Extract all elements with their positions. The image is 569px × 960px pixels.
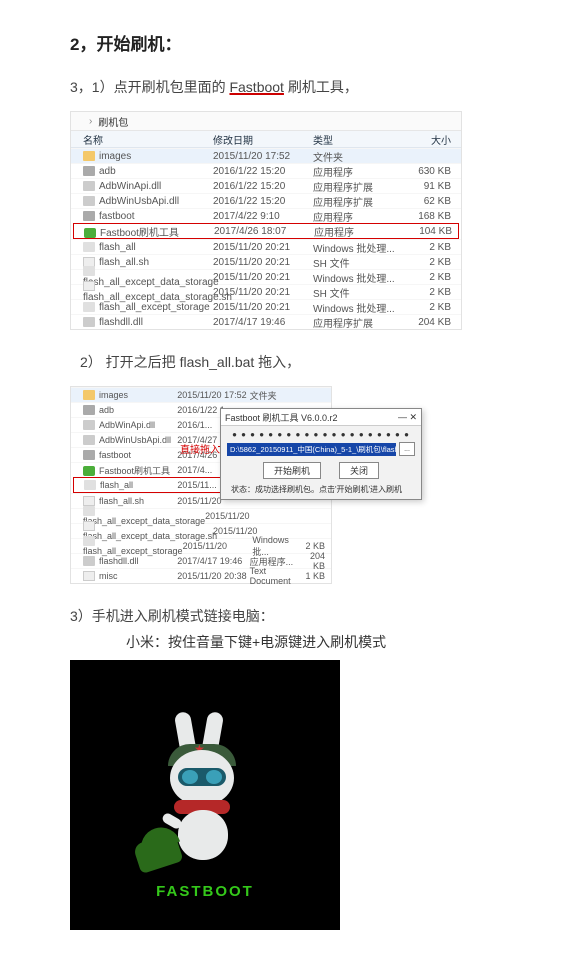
column-headers: 名称 修改日期 类型 大小 [71, 131, 461, 148]
step-1-text: 3，1）点开刷机包里面的 Fastboot 刷机工具， [70, 77, 545, 97]
breadcrumb[interactable]: › 刷机包 [71, 112, 461, 131]
folder-icon [83, 390, 95, 400]
bat-icon [83, 242, 95, 252]
exe-icon [83, 166, 95, 176]
folder-icon [83, 151, 95, 161]
file-row[interactable]: Fastboot刷机工具2017/4/26 18:07应用程序104 KB [73, 223, 459, 239]
file-row[interactable]: images2015/11/20 17:52文件夹 [71, 387, 331, 402]
xiaomi-instruction: 小米：按住音量下键+电源键进入刷机模式 [126, 632, 545, 652]
file-row[interactable]: AdbWinApi.dll2016/1/22 15:20应用程序扩展91 KB [71, 178, 461, 193]
progress-dots: ● ● ● ● ● ● ● ● ● ● ● ● ● ● ● ● ● ● ● ● [227, 430, 415, 439]
file-row[interactable]: flash_all_except_storage2015/11/20 20:21… [71, 299, 461, 314]
file-row[interactable]: flashdll.dll2017/4/17 19:46应用程序扩展204 KB [71, 314, 461, 329]
sh-icon [83, 521, 95, 531]
minimize-button[interactable]: — [398, 412, 407, 422]
file-row[interactable]: flash_all_except_data_storage.sh2015/11/… [71, 284, 461, 299]
fastboot-photo: ★ FASTBOOT [70, 660, 340, 930]
file-row[interactable]: adb2016/1/22 15:20应用程序630 KB [71, 163, 461, 178]
breadcrumb-folder[interactable]: 刷机包 [98, 114, 128, 129]
bat-icon [84, 480, 96, 490]
bat-icon [83, 302, 95, 312]
file-row[interactable]: AdbWinUsbApi.dll2016/1/22 15:20应用程序扩展62 … [71, 193, 461, 208]
exe-icon [83, 211, 95, 221]
exe-icon [83, 405, 95, 415]
bat-icon [83, 266, 95, 276]
file-row[interactable]: flash_all2015/11/20 20:21Windows 批处理...2… [71, 239, 461, 254]
fastboot-label: FASTBOOT [70, 883, 340, 900]
dialog-close-button[interactable]: 关闭 [339, 462, 379, 479]
fastboot-link: Fastboot [229, 79, 283, 95]
fastboot-dialog: Fastboot 刷机工具 V6.0.0.r2 — ✕ ● ● ● ● ● ● … [220, 408, 422, 500]
sh-icon [83, 571, 95, 581]
dll-icon [83, 196, 95, 206]
close-button[interactable]: ✕ [409, 412, 417, 422]
sh-icon [83, 281, 95, 291]
section-heading: 2，开始刷机： [70, 30, 545, 55]
step-3-text: 3）手机进入刷机模式链接电脑： [70, 606, 545, 626]
dll-icon [83, 420, 95, 430]
step-2-text: 2） 打开之后把 flash_all.bat 拖入， [80, 352, 545, 372]
green-icon [83, 466, 95, 476]
dll-icon [83, 181, 95, 191]
bat-icon [83, 536, 95, 546]
file-row[interactable]: fastboot2017/4/22 9:10应用程序168 KB [71, 208, 461, 223]
dll-icon [83, 435, 95, 445]
file-row[interactable]: images2015/11/20 17:52文件夹 [71, 148, 461, 163]
file-explorer-1: › 刷机包 名称 修改日期 类型 大小 images2015/11/20 17:… [70, 111, 462, 330]
file-row[interactable]: misc2015/11/20 20:38Text Document1 KB [71, 568, 331, 583]
browse-button[interactable]: ... [399, 442, 415, 456]
dialog-title: Fastboot 刷机工具 V6.0.0.r2 [225, 411, 338, 424]
dll-icon [83, 556, 95, 566]
dialog-status: 状态：成功选择刷机包。点击'开始刷机'进入刷机 [227, 483, 415, 495]
green-icon [84, 228, 96, 238]
bat-icon [83, 506, 95, 516]
start-flash-button[interactable]: 开始刷机 [263, 462, 321, 479]
file-row[interactable]: flash_all_except_storage2015/11/20Window… [71, 538, 331, 553]
exe-icon [83, 450, 95, 460]
drag-annotation: 直接拖入 [180, 441, 220, 456]
path-input[interactable]: D:\5862_20150911_中国(China)_5-1_\刷机包\flas… [227, 443, 396, 456]
dll-icon [83, 317, 95, 327]
